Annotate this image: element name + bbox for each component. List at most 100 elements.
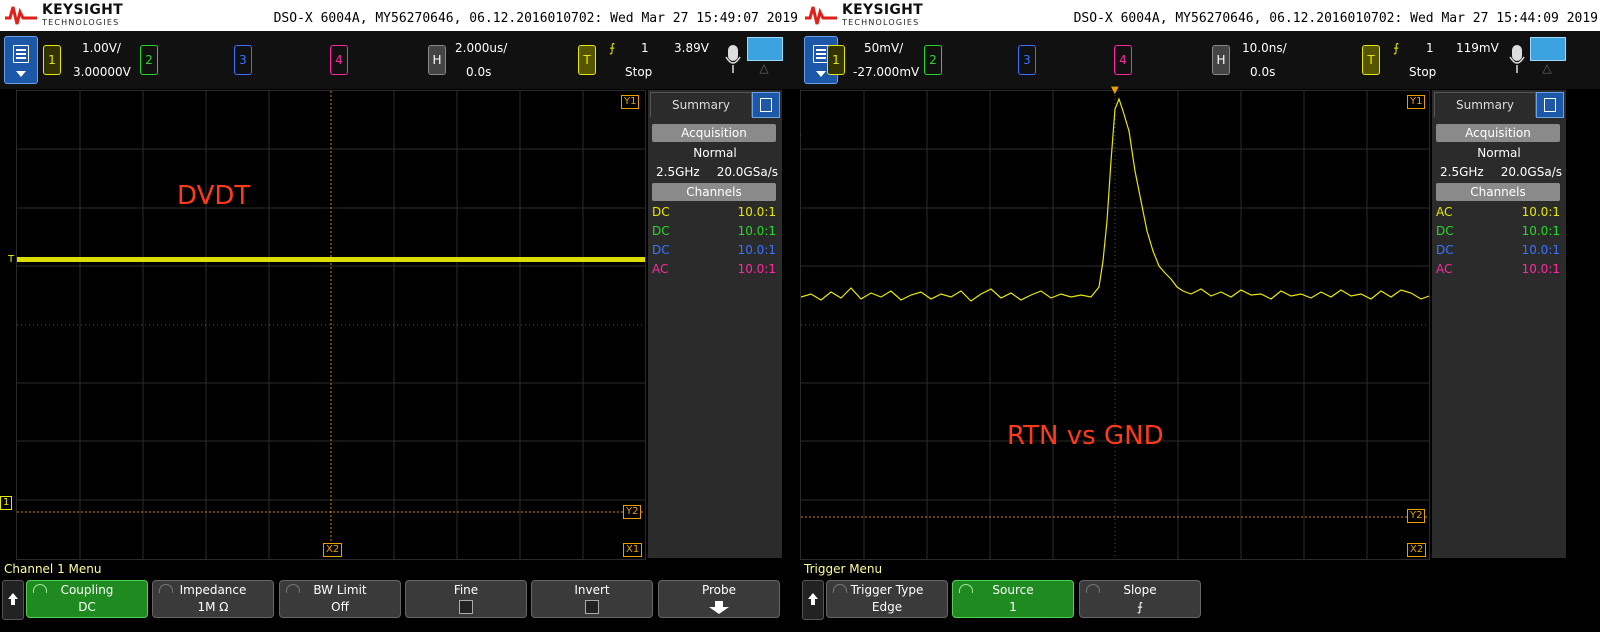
softkey-label: Source — [992, 583, 1034, 597]
microphone-icon[interactable] — [724, 39, 742, 79]
header-bar: KEYSIGHT TECHNOLOGIES DSO-X 6004A, MY562… — [800, 0, 1600, 31]
coupling: DC — [652, 243, 670, 257]
channel-3-badge[interactable]: 3 — [1018, 45, 1036, 75]
waveform-grid[interactable]: DVDT Y1 Y2 X1 X2 — [16, 90, 646, 560]
channel-2-badge[interactable]: 2 — [924, 45, 942, 75]
run-state: Stop — [625, 65, 653, 79]
probe-ratio: 10.0:1 — [737, 262, 776, 276]
microphone-icon[interactable] — [1508, 39, 1526, 79]
trigger-source: 1 — [641, 41, 649, 55]
trigger-position-marker: ▼ — [1111, 85, 1119, 96]
invert-softkey[interactable]: Invert — [531, 580, 653, 618]
coupling: DC — [1436, 243, 1454, 257]
channel-1-badge[interactable]: 1 — [827, 45, 845, 75]
ch1-offset: -27.000mV — [853, 65, 920, 79]
trigger-source: 1 — [1426, 41, 1434, 55]
horizontal-badge[interactable]: H — [428, 45, 446, 75]
trigger-badge[interactable]: T — [1362, 45, 1380, 75]
channel-row: AC 10.0:1 — [1436, 203, 1562, 221]
softkey-label: Trigger Type — [850, 583, 924, 597]
summary-tab[interactable]: Summary — [1434, 92, 1536, 117]
checkbox-icon — [585, 600, 599, 614]
trigger-type-softkey[interactable]: Trigger Type Edge — [826, 580, 948, 618]
horizontal-badge[interactable]: H — [1212, 45, 1230, 75]
summary-tab[interactable]: Summary — [650, 92, 752, 117]
keysight-wave-icon — [805, 6, 837, 25]
summary-panel: Summary Acquisition Normal 2.5GHz 20.0GS… — [648, 90, 782, 558]
status-toolbar: 1 1.00V/ 3.00000V 2 3 4 H 2.000us/ 0.0s … — [0, 31, 800, 89]
delay-value: 0.0s — [1250, 65, 1276, 79]
channel-4-badge[interactable]: 4 — [330, 45, 348, 75]
ch1-ground-marker: 1 — [0, 496, 13, 510]
zoom-icon[interactable]: △ — [1530, 61, 1564, 81]
trigger-badge[interactable]: T — [578, 45, 596, 75]
trigger-level: 119mV — [1456, 41, 1499, 55]
x2-marker: X2 — [323, 543, 343, 557]
softkey-bar: Trigger Type Edge Source 1 Slope ⨍ — [800, 580, 1600, 620]
brand-subtitle: TECHNOLOGIES — [842, 18, 920, 27]
list-icon[interactable] — [752, 92, 780, 118]
touch-select-icon[interactable] — [1530, 37, 1566, 61]
left-scope-screen: KEYSIGHT TECHNOLOGIES DSO-X 6004A, MY562… — [0, 0, 800, 632]
summary-panel: Summary Acquisition Normal 2.5GHz 20.0GS… — [1432, 90, 1566, 558]
bw-limit-softkey[interactable]: BW Limit Off — [279, 580, 401, 618]
trigger-level: 3.89V — [674, 41, 709, 55]
impedance-softkey[interactable]: Impedance 1M Ω — [152, 580, 274, 618]
slope-softkey[interactable]: Slope ⨍ — [1079, 580, 1201, 618]
channel-2-badge[interactable]: 2 — [140, 45, 158, 75]
source-softkey[interactable]: Source 1 — [952, 580, 1074, 618]
submenu-arrow-icon — [709, 601, 729, 614]
channel-row: DC 10.0:1 — [652, 222, 778, 240]
graticule — [801, 91, 1429, 559]
sample-rate: 20.0GSa/s — [716, 165, 778, 179]
list-icon[interactable] — [1536, 92, 1564, 118]
softkey-value: 1 — [1009, 600, 1017, 614]
bandwidth: 2.5GHz — [1440, 165, 1484, 179]
channel-row: DC 10.0:1 — [652, 203, 778, 221]
status-toolbar: 1 50mV/ -27.000mV 2 3 4 H 10.0ns/ 0.0s T… — [800, 31, 1600, 89]
softkey-label: BW Limit — [313, 583, 367, 597]
probe-ratio: 10.0:1 — [1521, 224, 1560, 238]
ch1-scale: 1.00V/ — [82, 41, 121, 55]
home-button[interactable] — [2, 580, 24, 620]
brand-subtitle: TECHNOLOGIES — [42, 18, 120, 27]
waveform-grid[interactable]: RTN vs GND Y1 Y2 X2 ▼ — [800, 85, 1430, 560]
zoom-icon[interactable]: △ — [747, 61, 781, 81]
right-scope-screen: KEYSIGHT TECHNOLOGIES DSO-X 6004A, MY562… — [800, 0, 1600, 632]
ch1-trace — [17, 257, 645, 262]
y2-marker: Y2 — [623, 505, 642, 519]
softkey-label: Impedance — [179, 583, 247, 597]
coupling-softkey[interactable]: Coupling DC — [26, 580, 148, 618]
channel-1-badge[interactable]: 1 — [43, 45, 61, 75]
channel-row: AC 10.0:1 — [652, 260, 778, 278]
softkey-label: Coupling — [60, 583, 114, 597]
fine-softkey[interactable]: Fine — [405, 580, 527, 618]
main-menu-button[interactable] — [4, 36, 38, 84]
touch-select-icon[interactable] — [747, 37, 783, 61]
channel-row: DC 10.0:1 — [1436, 222, 1562, 240]
probe-softkey[interactable]: Probe — [658, 580, 780, 618]
home-button[interactable] — [802, 580, 824, 620]
graticule — [17, 91, 645, 559]
coupling: AC — [652, 262, 669, 276]
softkey-value: ⨍ — [1136, 600, 1144, 614]
channel-row: DC 10.0:1 — [1436, 241, 1562, 259]
bandwidth: 2.5GHz — [656, 165, 700, 179]
softkey-value: DC — [78, 600, 96, 614]
keysight-wave-icon — [5, 6, 37, 25]
acq-mode: Normal — [693, 146, 737, 160]
softkey-value: 1M Ω — [197, 600, 229, 614]
channel-4-badge[interactable]: 4 — [1114, 45, 1132, 75]
x2-marker: X2 — [1407, 543, 1427, 557]
probe-ratio: 10.0:1 — [1521, 262, 1560, 276]
instrument-info: DSO-X 6004A, MY56270646, 06.12.201601070… — [273, 11, 798, 26]
channel-row: AC 10.0:1 — [1436, 260, 1562, 278]
acquisition-header: Acquisition — [652, 124, 776, 142]
delay-value: 0.0s — [466, 65, 492, 79]
y2-marker: Y2 — [1407, 509, 1426, 523]
acq-mode: Normal — [1477, 146, 1521, 160]
annotation-label: RTN vs GND — [1007, 421, 1164, 451]
channel-3-badge[interactable]: 3 — [234, 45, 252, 75]
x1-marker: X1 — [623, 543, 643, 557]
coupling: AC — [1436, 262, 1453, 276]
